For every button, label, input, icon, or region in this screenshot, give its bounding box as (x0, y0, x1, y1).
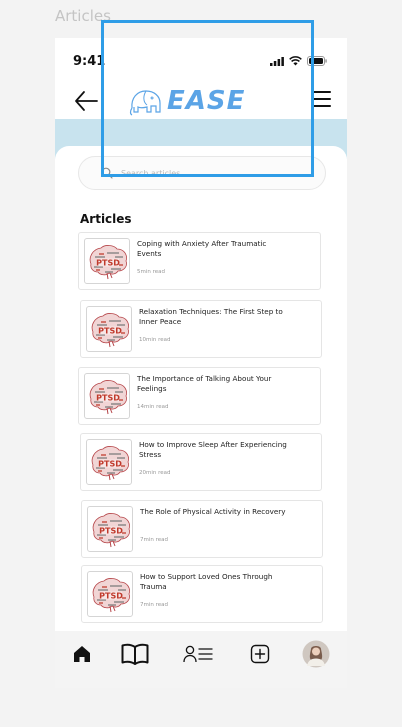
frame-label: Articles (55, 7, 111, 25)
section-title: Articles (80, 212, 132, 226)
article-card[interactable]: PTSD How to Support Loved Ones Through Tr… (81, 565, 323, 623)
article-thumbnail: PTSD (84, 238, 130, 284)
search-input[interactable] (121, 168, 301, 178)
brain-word-cloud-icon: PTSD (91, 446, 129, 481)
ptsd-label: PTSD (98, 460, 122, 469)
add-square-icon (250, 644, 270, 664)
article-card[interactable]: PTSD The Importance of Talking About Your… (78, 367, 321, 425)
nav-profile[interactable] (301, 639, 331, 669)
app-logo: EASE (129, 84, 269, 118)
nav-add[interactable] (245, 639, 275, 669)
article-thumbnail: PTSD (87, 571, 133, 617)
article-thumbnail: PTSD (86, 306, 132, 352)
phone-screen: 9:41 EASE Articles PTSD Coping with Anxie… (55, 38, 347, 688)
hamburger-menu-icon[interactable] (311, 90, 331, 108)
article-title: How to Support Loved Ones Through Trauma (140, 572, 273, 591)
article-thumbnail: PTSD (86, 439, 132, 485)
article-title: The Role of Physical Activity in Recover… (140, 507, 286, 516)
article-thumbnail: PTSD (87, 506, 133, 552)
ptsd-label: PTSD (96, 259, 120, 268)
article-read-time: 5min read (137, 269, 166, 275)
search-bar[interactable] (78, 156, 326, 190)
brain-word-cloud-icon: PTSD (92, 513, 130, 548)
brain-word-cloud-icon: PTSD (91, 313, 129, 348)
status-bar: 9:41 (55, 38, 347, 82)
brain-word-cloud-icon: PTSD (89, 380, 127, 415)
article-title: How to Improve Sleep After Experiencing … (139, 440, 287, 459)
content-area: Articles PTSD Coping with Anxiety After T… (55, 146, 347, 631)
top-bar: EASE (55, 82, 347, 120)
bottom-nav (55, 631, 347, 688)
ptsd-label: PTSD (99, 527, 123, 536)
ptsd-label: PTSD (99, 592, 123, 601)
home-icon (74, 646, 90, 662)
nav-library[interactable] (120, 639, 150, 669)
article-thumbnail: PTSD (84, 373, 130, 419)
ptsd-label: PTSD (98, 327, 122, 336)
article-card[interactable]: PTSD Relaxation Techniques: The First Ste… (80, 300, 322, 358)
search-icon (101, 167, 113, 179)
contacts-list-icon (183, 645, 213, 663)
avatar (302, 640, 330, 668)
ptsd-label: PTSD (96, 394, 120, 403)
nav-contacts[interactable] (183, 639, 213, 669)
elephant-logo-icon (129, 90, 161, 116)
brain-word-cloud-icon: PTSD (89, 245, 127, 280)
article-card[interactable]: PTSD How to Improve Sleep After Experienc… (80, 433, 322, 491)
article-title: Relaxation Techniques: The First Step to… (139, 307, 283, 326)
article-read-time: 7min read (140, 537, 169, 543)
signal-icon (270, 56, 284, 66)
back-arrow-icon[interactable] (73, 88, 99, 114)
logo-text: EASE (167, 86, 246, 116)
article-read-time: 7min read (140, 602, 169, 608)
brain-word-cloud-icon: PTSD (92, 578, 130, 613)
article-read-time: 20min read (139, 470, 171, 476)
article-read-time: 10min read (139, 337, 171, 343)
wifi-icon (289, 56, 302, 66)
status-icons (270, 56, 327, 66)
article-read-time: 14min read (137, 404, 169, 410)
status-time: 9:41 (73, 54, 106, 69)
book-icon (121, 643, 149, 665)
article-title: The Importance of Talking About Your Fee… (137, 374, 272, 393)
article-title: Coping with Anxiety After Traumatic Even… (137, 239, 267, 258)
battery-icon (307, 56, 327, 66)
nav-home[interactable] (67, 639, 97, 669)
article-card[interactable]: PTSD The Role of Physical Activity in Rec… (81, 500, 323, 558)
article-card[interactable]: PTSD Coping with Anxiety After Traumatic … (78, 232, 321, 290)
